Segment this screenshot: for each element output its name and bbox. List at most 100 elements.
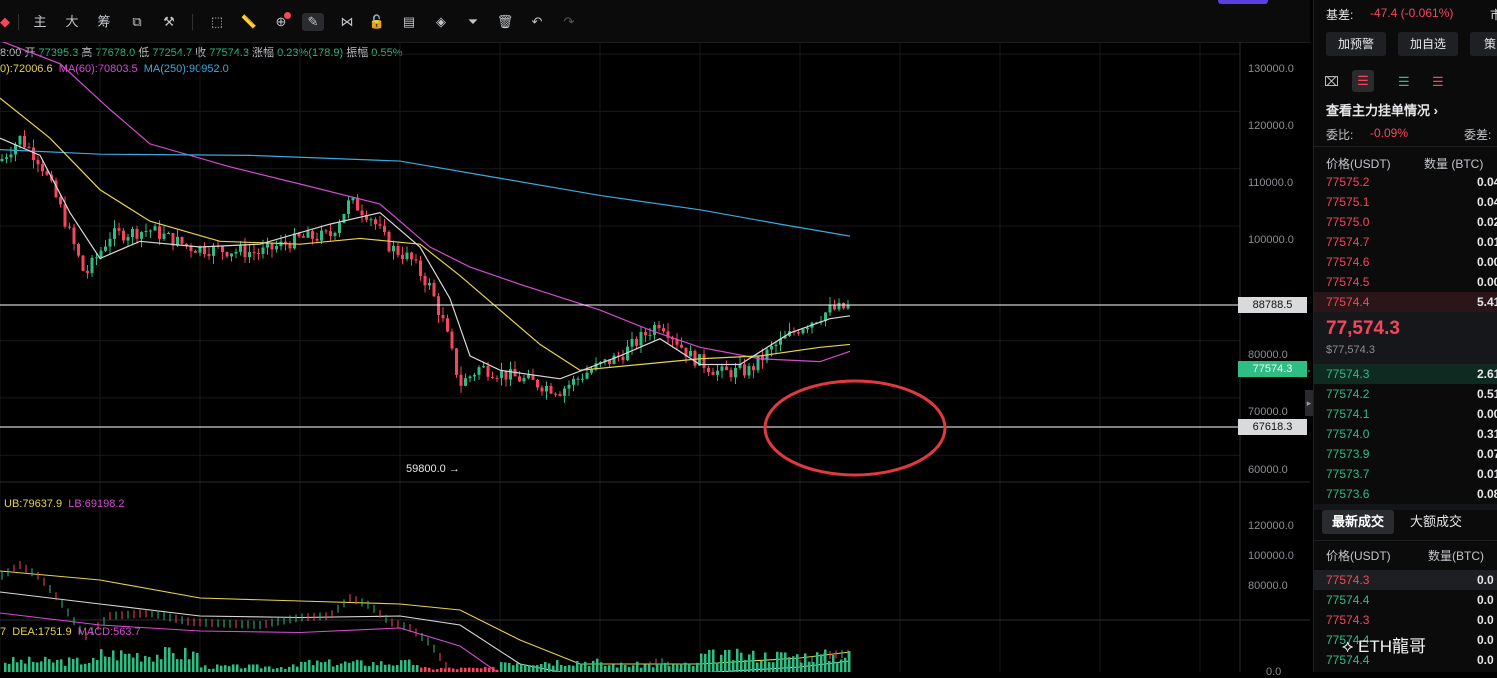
macd-bar [24, 663, 27, 672]
macd-bar [416, 665, 419, 672]
macd-bar [544, 661, 547, 672]
candle-body [221, 246, 224, 253]
indicator-icon[interactable]: ⧉ [128, 13, 146, 31]
trade-row[interactable]: 77574.3 0.0 [1326, 570, 1497, 590]
macd-bar [780, 652, 783, 672]
macd-bar [724, 649, 727, 672]
macd-bar [300, 661, 303, 672]
tools-icon[interactable]: ⚒ [160, 13, 178, 31]
ask-row[interactable]: 77574.4 5.41 [1314, 292, 1497, 312]
macd-bar [68, 657, 71, 672]
trade-row[interactable]: 77574.4 0.0 [1326, 590, 1497, 610]
cursor-icon[interactable]: ⬚ [208, 13, 226, 31]
bid-row[interactable]: 77573.6 0.08 [1326, 484, 1497, 504]
macd-bar [348, 662, 351, 672]
book-both-icon[interactable]: ☰ [1352, 70, 1374, 92]
macd-bar [736, 648, 739, 672]
candle-body [495, 378, 499, 380]
bid-row-price: 77574.3 [1326, 367, 1370, 381]
macd-bar [148, 656, 151, 672]
basis-label: 基差: [1326, 8, 1354, 22]
macd-bar [88, 662, 91, 672]
pattern-icon[interactable]: ⋈ [338, 13, 356, 31]
candle-body [113, 228, 116, 239]
macd-bar [828, 661, 831, 672]
macd-bar [44, 656, 47, 672]
macd-bar [60, 659, 63, 672]
magnet-icon[interactable]: ◈ [432, 13, 450, 31]
macd-bar [40, 661, 43, 672]
book-bids-icon[interactable]: ☰ [1398, 74, 1410, 90]
macd-bar [328, 659, 331, 672]
macd-bar [592, 660, 595, 672]
tab-large-trades[interactable]: 大额成交 [1410, 510, 1462, 534]
candle-body [504, 371, 508, 380]
add-alert-button[interactable]: 加预警 [1326, 32, 1386, 56]
lock-icon[interactable]: 🔓 [368, 13, 386, 31]
ask-row[interactable]: 77574.7 0.01 [1326, 232, 1497, 252]
redo-icon[interactable]: ↷ [560, 13, 578, 31]
macd-bar [228, 666, 231, 672]
macd-bar [700, 653, 703, 672]
macd-bar [204, 665, 207, 672]
layout-toggle-icon[interactable]: ⌧ [1324, 74, 1339, 90]
macd-bar [552, 665, 555, 672]
price-chart[interactable] [0, 42, 1310, 672]
tab-latest-trades[interactable]: 最新成交 [1322, 510, 1394, 534]
bid-row[interactable]: 77574.3 2.61 [1314, 364, 1497, 384]
order-book-panel: 基差: -47.4 (-0.061%) 市 加预警 加自选 策 ⌧ ☰ ☰ ☰ … [1313, 0, 1497, 672]
candle-body [95, 257, 98, 259]
macd-bar [8, 663, 11, 672]
bid-row[interactable]: 77573.9 0.07 [1326, 444, 1497, 464]
ruler-icon[interactable]: 📏 [240, 13, 258, 31]
macd-bar [16, 662, 19, 672]
dropdown-marker-icon[interactable]: ◆ [0, 13, 10, 31]
candle-body [716, 370, 719, 375]
macd-bar [308, 659, 311, 672]
macd-bar [420, 667, 423, 672]
macd-bar [120, 650, 123, 672]
candle-body [117, 228, 121, 231]
tab-main[interactable]: 主 [32, 13, 48, 31]
trade-row[interactable]: 77574.3 0.0 [1326, 610, 1497, 630]
main-orders-link[interactable]: 查看主力挂单情况 › [1326, 100, 1438, 119]
ask-row[interactable]: 77575.2 0.04 [1326, 172, 1497, 192]
tab-chips[interactable]: 筹 [96, 13, 112, 31]
candle-body [500, 371, 503, 379]
add-favorite-button[interactable]: 加自选 [1398, 32, 1458, 56]
book-asks-icon[interactable]: ☰ [1432, 74, 1444, 90]
hline-price-tag[interactable]: 67618.3 [1238, 419, 1307, 435]
macd-bar [556, 660, 559, 672]
macd-bar [608, 665, 611, 672]
undo-icon[interactable]: ↶ [528, 13, 546, 31]
bid-row[interactable]: 77574.2 0.51 [1326, 384, 1497, 404]
macd-bar [312, 665, 315, 672]
candle-body [369, 219, 373, 221]
collapse-panel-handle[interactable]: ▸ [1305, 390, 1313, 416]
ask-row[interactable]: 77575.0 0.02 [1326, 212, 1497, 232]
pen-icon[interactable]: ✎ [302, 13, 324, 31]
macd-bar [600, 662, 603, 672]
candle-body [333, 232, 337, 236]
bid-row[interactable]: 77573.7 0.01 [1326, 464, 1497, 484]
filter-icon[interactable]: ⏷ [464, 13, 482, 31]
hline-price-tag[interactable]: 88788.5 [1238, 297, 1307, 313]
bid-row[interactable]: 77574.1 0.00 [1326, 404, 1497, 424]
ask-row[interactable]: 77575.1 0.04 [1326, 192, 1497, 212]
axis-tick: 100000.0 [1248, 234, 1294, 246]
ask-row[interactable]: 77574.5 0.00 [1326, 272, 1497, 292]
candle-body [837, 302, 841, 310]
candle-body [797, 332, 800, 334]
tab-large[interactable]: 大 [64, 13, 80, 31]
macd-bar [396, 665, 399, 672]
bid-row[interactable]: 77574.0 0.31 [1326, 424, 1497, 444]
candle-body [621, 356, 625, 361]
ask-row[interactable]: 77574.6 0.00 [1326, 252, 1497, 272]
macd-bar [580, 663, 583, 672]
macd-bar [360, 660, 363, 672]
delete-icon[interactable]: 🗑 [496, 13, 514, 31]
candle-body [450, 331, 454, 349]
macd-bar [760, 660, 763, 672]
strategy-button[interactable]: 策 [1470, 32, 1497, 56]
template-icon[interactable]: ▤ [400, 13, 418, 31]
